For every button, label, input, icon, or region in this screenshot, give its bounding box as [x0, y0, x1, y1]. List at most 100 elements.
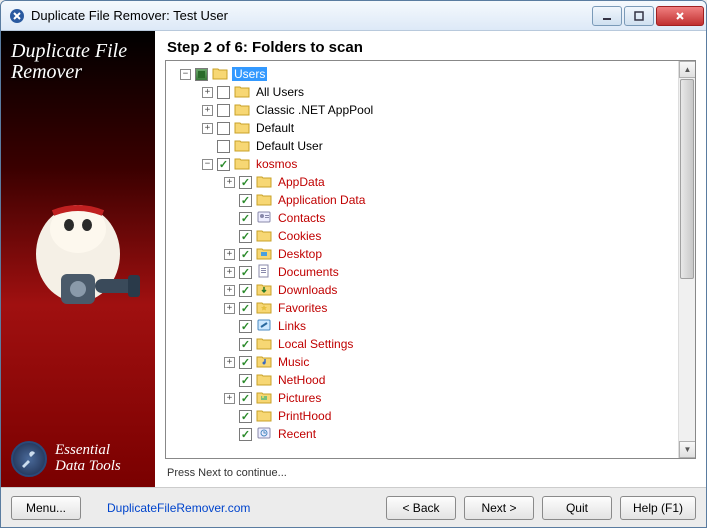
next-button[interactable]: Next >	[464, 496, 534, 520]
tree-label[interactable]: AppData	[276, 175, 327, 189]
scroll-thumb[interactable]	[680, 79, 694, 279]
tree-checkbox[interactable]	[239, 428, 252, 441]
tree-node[interactable]: + Default	[168, 119, 693, 137]
folder-tree[interactable]: − Users + All Users + Classic .NET AppPool + De…	[165, 60, 696, 459]
tree-label[interactable]: Desktop	[276, 247, 324, 261]
tree-checkbox[interactable]	[239, 410, 252, 423]
tree-label[interactable]: All Users	[254, 85, 306, 99]
tree-checkbox[interactable]	[239, 248, 252, 261]
favorites-icon	[256, 300, 276, 317]
tree-node[interactable]: PrintHood	[168, 407, 693, 425]
sidebar-artwork	[1, 87, 155, 441]
tree-label[interactable]: Users	[232, 67, 267, 81]
main-panel: Step 2 of 6: Folders to scan −Users+All …	[155, 31, 706, 487]
minimize-button[interactable]	[592, 6, 622, 26]
tree-node[interactable]: Application Data	[168, 191, 693, 209]
collapse-icon[interactable]: −	[202, 159, 213, 170]
maximize-button[interactable]	[624, 6, 654, 26]
help-button[interactable]: Help (F1)	[620, 496, 696, 520]
tree-label[interactable]: Classic .NET AppPool	[254, 103, 375, 117]
tree-node[interactable]: + Pictures	[168, 389, 693, 407]
tree-label[interactable]: Documents	[276, 265, 341, 279]
tree-node[interactable]: + Documents	[168, 263, 693, 281]
tree-checkbox[interactable]	[239, 284, 252, 297]
tree-label[interactable]: Cookies	[276, 229, 323, 243]
tree-label[interactable]: Downloads	[276, 283, 339, 297]
tree-label[interactable]: Links	[276, 319, 308, 333]
tree-label[interactable]: Default User	[254, 139, 325, 153]
tree-checkbox[interactable]	[217, 158, 230, 171]
tree-checkbox[interactable]	[217, 86, 230, 99]
tree-node[interactable]: NetHood	[168, 371, 693, 389]
back-button[interactable]: < Back	[386, 496, 456, 520]
tree-checkbox[interactable]	[239, 176, 252, 189]
website-link[interactable]: DuplicateFileRemover.com	[107, 501, 250, 515]
tree-node[interactable]: Default User	[168, 137, 693, 155]
tree-checkbox[interactable]	[195, 68, 208, 81]
quit-button[interactable]: Quit	[542, 496, 612, 520]
tree-checkbox[interactable]	[239, 356, 252, 369]
tree-node[interactable]: Recent	[168, 425, 693, 443]
tree-label[interactable]: kosmos	[254, 157, 299, 171]
tree-node[interactable]: + AppData	[168, 173, 693, 191]
expand-icon[interactable]: +	[224, 393, 235, 404]
tree-node[interactable]: Local Settings	[168, 335, 693, 353]
tree-checkbox[interactable]	[239, 194, 252, 207]
tree-node[interactable]: + Classic .NET AppPool	[168, 101, 693, 119]
recent-icon	[256, 426, 276, 443]
tree-checkbox[interactable]	[217, 122, 230, 135]
tree-node[interactable]: + Music	[168, 353, 693, 371]
tree-checkbox[interactable]	[217, 140, 230, 153]
tree-checkbox[interactable]	[239, 392, 252, 405]
tree-checkbox[interactable]	[217, 104, 230, 117]
tree-checkbox[interactable]	[239, 374, 252, 387]
tree-checkbox[interactable]	[239, 320, 252, 333]
scrollbar[interactable]: ▲ ▼	[678, 61, 695, 458]
close-button[interactable]	[656, 6, 704, 26]
tree-node[interactable]: − kosmos	[168, 155, 693, 173]
tree-checkbox[interactable]	[239, 266, 252, 279]
expand-icon[interactable]: +	[224, 177, 235, 188]
tree-label[interactable]: Favorites	[276, 301, 329, 315]
tree-label[interactable]: Music	[276, 355, 311, 369]
tree-node[interactable]: Cookies	[168, 227, 693, 245]
tree-node[interactable]: + Favorites	[168, 299, 693, 317]
tree-label[interactable]: Local Settings	[276, 337, 355, 351]
tree-checkbox[interactable]	[239, 338, 252, 351]
tree-node[interactable]: + All Users	[168, 83, 693, 101]
expand-icon[interactable]: +	[202, 87, 213, 98]
tree-checkbox[interactable]	[239, 230, 252, 243]
tree-label[interactable]: Default	[254, 121, 296, 135]
folder-icon	[234, 156, 254, 173]
tree-node[interactable]: + Downloads	[168, 281, 693, 299]
tree-checkbox[interactable]	[239, 212, 252, 225]
tree-node[interactable]: Links	[168, 317, 693, 335]
collapse-icon[interactable]: −	[180, 69, 191, 80]
scroll-down-button[interactable]: ▼	[679, 441, 696, 458]
tree-label[interactable]: NetHood	[276, 373, 327, 387]
expand-icon[interactable]: +	[224, 249, 235, 260]
expand-icon[interactable]: +	[224, 357, 235, 368]
expand-icon[interactable]: +	[224, 285, 235, 296]
tree-node[interactable]: Contacts	[168, 209, 693, 227]
tree-node[interactable]: + Desktop	[168, 245, 693, 263]
expand-icon[interactable]: +	[202, 105, 213, 116]
tree-node[interactable]: − Users	[168, 65, 693, 83]
folder-icon	[256, 372, 276, 389]
tree-label[interactable]: PrintHood	[276, 409, 333, 423]
expand-icon[interactable]: +	[224, 303, 235, 314]
tree-label[interactable]: Contacts	[276, 211, 327, 225]
footer: Menu... DuplicateFileRemover.com < Back …	[1, 487, 706, 527]
folder-icon	[256, 228, 276, 245]
tree-label[interactable]: Application Data	[276, 193, 367, 207]
tree-label[interactable]: Recent	[276, 427, 318, 441]
scroll-up-button[interactable]: ▲	[679, 61, 696, 78]
menu-button[interactable]: Menu...	[11, 496, 81, 520]
expand-icon[interactable]: +	[202, 123, 213, 134]
folder-icon	[212, 66, 232, 83]
tree-checkbox[interactable]	[239, 302, 252, 315]
tree-label[interactable]: Pictures	[276, 391, 323, 405]
expand-icon[interactable]: +	[224, 267, 235, 278]
company-name: Essential Data Tools	[55, 443, 121, 475]
window-controls	[592, 6, 704, 26]
